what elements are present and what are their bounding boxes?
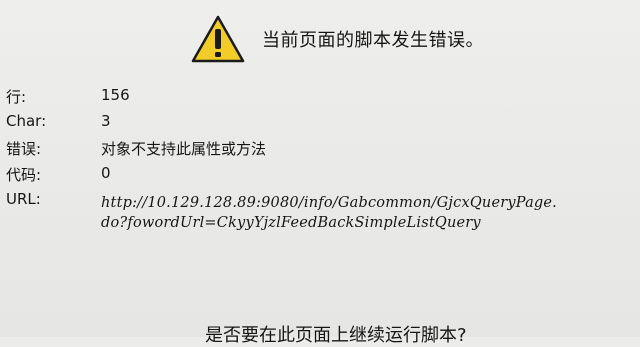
continue-script-prompt: 是否要在此页面上继续运行脚本? <box>205 325 467 346</box>
url-value: http://10.129.128.89:9080/info/Gabcommon… <box>101 193 557 233</box>
line-value: 156 <box>101 86 130 104</box>
url-line-2: do?fowordUrl=CkyyYjzlFeedBackSimpleListQ… <box>101 215 481 231</box>
script-error-dialog: 当前页面的脚本发生错误。 行: 156 Char: 3 错误: 对象不支持此属性… <box>0 0 640 346</box>
warning-icon <box>191 15 245 63</box>
code-label: 代码: <box>6 166 42 184</box>
url-label: URL: <box>6 190 41 208</box>
error-message-title: 当前页面的脚本发生错误。 <box>262 30 484 51</box>
code-value: 0 <box>101 164 111 182</box>
line-label: 行: <box>6 88 27 106</box>
error-value: 对象不支持此属性或方法 <box>101 140 267 158</box>
char-value: 3 <box>101 112 111 130</box>
url-line-1: http://10.129.128.89:9080/info/Gabcommon… <box>101 195 557 211</box>
char-label: Char: <box>6 112 47 130</box>
error-label: 错误: <box>6 140 42 158</box>
